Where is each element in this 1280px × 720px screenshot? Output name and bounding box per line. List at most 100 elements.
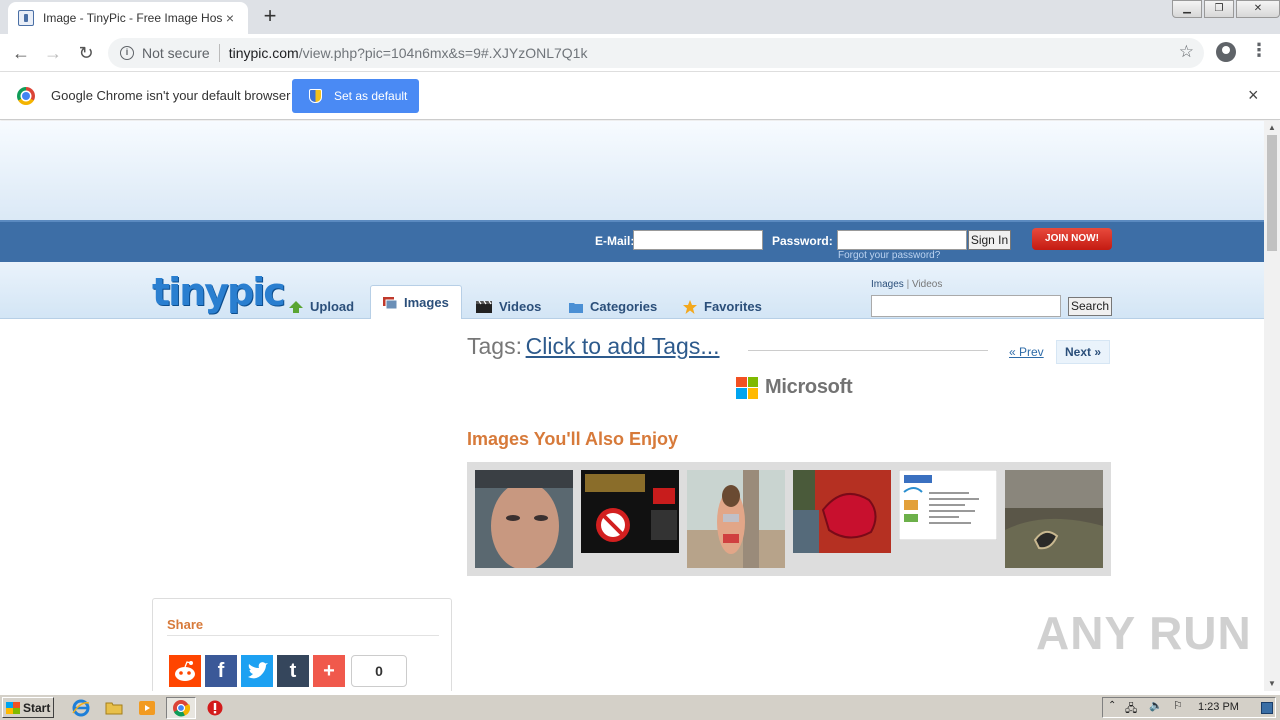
tab-images[interactable]: Images xyxy=(370,285,462,319)
tumblr-share-button[interactable]: t xyxy=(277,655,309,687)
ad-banner-area xyxy=(0,121,1264,220)
images-icon xyxy=(383,296,397,309)
tab-categories-label: Categories xyxy=(590,299,658,314)
search-button[interactable]: Search xyxy=(1068,297,1112,316)
close-window-button[interactable]: ✕ xyxy=(1236,0,1280,18)
related-thumbnail[interactable] xyxy=(793,470,891,553)
add-tags-link[interactable]: Click to add Tags... xyxy=(526,333,720,359)
address-bar[interactable]: i Not secure tinypic.com /view.php?pic=1… xyxy=(108,38,1204,68)
menu-kebab-icon[interactable]: ⋮ xyxy=(1250,40,1268,61)
tab-videos[interactable]: Videos xyxy=(476,294,541,319)
twitter-share-button[interactable] xyxy=(241,655,273,687)
folder-icon xyxy=(569,302,583,313)
email-field[interactable] xyxy=(633,230,763,250)
info-icon[interactable]: i xyxy=(120,46,134,60)
scroll-down-arrow-icon[interactable]: ▼ xyxy=(1264,677,1280,691)
anyrun-watermark: ANY RUN xyxy=(1036,606,1252,660)
forward-arrow-icon[interactable]: → xyxy=(40,40,66,66)
upload-arrow-icon xyxy=(289,300,303,313)
tags-divider xyxy=(748,350,988,351)
sign-in-button[interactable]: Sign In xyxy=(968,230,1011,250)
site-nav: tinypic Upload Images Videos Categories … xyxy=(0,262,1264,319)
email-label: E-Mail: xyxy=(595,234,635,248)
bookmark-star-icon[interactable]: ☆ xyxy=(1179,42,1194,62)
plus-icon: + xyxy=(323,660,335,682)
media-player-icon[interactable] xyxy=(138,699,156,717)
logo-text: tinypic xyxy=(152,270,286,314)
volume-icon[interactable]: 🔈 xyxy=(1149,699,1163,712)
search-scope-videos[interactable]: Videos xyxy=(912,279,942,290)
search-scope-divider: | xyxy=(906,279,910,290)
profile-avatar-icon[interactable] xyxy=(1216,42,1236,62)
web-page: E-Mail: Password: Sign In Forgot your pa… xyxy=(0,121,1264,691)
internet-explorer-icon[interactable] xyxy=(72,699,90,717)
omnibox-divider xyxy=(218,44,220,62)
clock[interactable]: 1:23 PM xyxy=(1198,701,1239,713)
show-desktop-icon[interactable] xyxy=(1261,702,1273,714)
browser-toolbar: ← → ↻ i Not secure tinypic.com /view.php… xyxy=(0,34,1280,72)
chrome-icon xyxy=(173,700,191,717)
set-as-default-button[interactable]: Set as default xyxy=(292,79,419,113)
related-thumbnail[interactable] xyxy=(1005,470,1103,568)
network-icon[interactable]: 🖧 xyxy=(1125,700,1137,719)
action-center-flag-icon[interactable]: ⚐ xyxy=(1173,699,1183,712)
share-count: 0 xyxy=(351,655,407,687)
url-host: tinypic.com xyxy=(228,45,299,61)
uac-shield-icon xyxy=(309,89,322,103)
tumblr-icon: t xyxy=(289,660,297,682)
related-thumbnail[interactable] xyxy=(899,470,997,540)
security-indicator: Not secure xyxy=(142,45,210,61)
password-label: Password: xyxy=(772,234,833,248)
prev-link[interactable]: « Prev xyxy=(1009,345,1044,359)
browser-tab[interactable]: Image - TinyPic - Free Image Hosting × xyxy=(8,2,248,34)
tab-strip: Image - TinyPic - Free Image Hosting × +… xyxy=(0,0,1280,34)
set-as-default-label: Set as default xyxy=(334,89,408,103)
infobar-message: Google Chrome isn't your default browser xyxy=(51,88,291,103)
back-arrow-icon[interactable]: ← xyxy=(8,40,34,66)
tab-favorites[interactable]: Favorites xyxy=(683,294,762,319)
start-button[interactable]: Start xyxy=(2,697,54,718)
scroll-up-arrow-icon[interactable]: ▲ xyxy=(1264,121,1280,135)
explorer-folder-icon[interactable] xyxy=(105,699,123,717)
tab-categories[interactable]: Categories xyxy=(569,294,657,319)
search-scope-images[interactable]: Images xyxy=(871,279,904,290)
reload-icon[interactable]: ↻ xyxy=(73,40,99,66)
page-scrollbar[interactable]: ▲ ▼ xyxy=(1264,121,1280,691)
next-button[interactable]: Next » xyxy=(1056,340,1110,364)
password-field[interactable] xyxy=(837,230,967,250)
start-label: Start xyxy=(23,700,51,715)
tab-close-icon[interactable]: × xyxy=(222,10,238,26)
minimize-button[interactable]: ▁ xyxy=(1172,0,1202,18)
related-thumbnail[interactable] xyxy=(687,470,785,568)
new-tab-button[interactable]: + xyxy=(258,4,282,28)
related-thumbnail[interactable] xyxy=(475,470,573,568)
clapperboard-icon xyxy=(476,300,492,313)
forgot-password-link[interactable]: Forgot your password? xyxy=(838,250,940,261)
share-heading: Share xyxy=(167,617,204,632)
restore-button[interactable]: ❐ xyxy=(1204,0,1234,18)
reddit-share-button[interactable] xyxy=(169,655,201,687)
facebook-share-button[interactable]: f xyxy=(205,655,237,687)
tab-upload[interactable]: Upload xyxy=(289,294,354,319)
windows-flag-icon xyxy=(6,701,20,714)
chrome-taskbar-button[interactable] xyxy=(166,697,196,719)
related-images-heading: Images You'll Also Enjoy xyxy=(467,429,678,449)
join-now-button[interactable]: JOIN NOW! xyxy=(1032,228,1112,250)
tab-videos-label: Videos xyxy=(499,299,542,314)
url-path: /view.php?pic=104n6mx&s=9#.XJYzONL7Q1k xyxy=(298,45,588,61)
tinypic-logo[interactable]: tinypic xyxy=(152,270,286,314)
infobar-close-icon[interactable]: × xyxy=(1248,85,1259,106)
opera-stop-icon[interactable] xyxy=(206,699,224,717)
main-image[interactable]: Microsoft xyxy=(736,376,853,399)
chrome-logo-icon xyxy=(17,87,35,105)
default-browser-infobar: Google Chrome isn't your default browser… xyxy=(0,72,1280,120)
related-thumbnail[interactable] xyxy=(581,470,679,553)
microsoft-logo-icon xyxy=(736,376,758,399)
tab-favorites-label: Favorites xyxy=(704,299,762,314)
reddit-icon xyxy=(175,661,195,681)
search-input[interactable] xyxy=(871,295,1061,317)
microsoft-wordmark: Microsoft xyxy=(765,376,853,398)
tray-expand-icon[interactable]: ⌃ xyxy=(1108,700,1116,711)
more-share-button[interactable]: + xyxy=(313,655,345,687)
scrollbar-thumb[interactable] xyxy=(1267,135,1277,251)
